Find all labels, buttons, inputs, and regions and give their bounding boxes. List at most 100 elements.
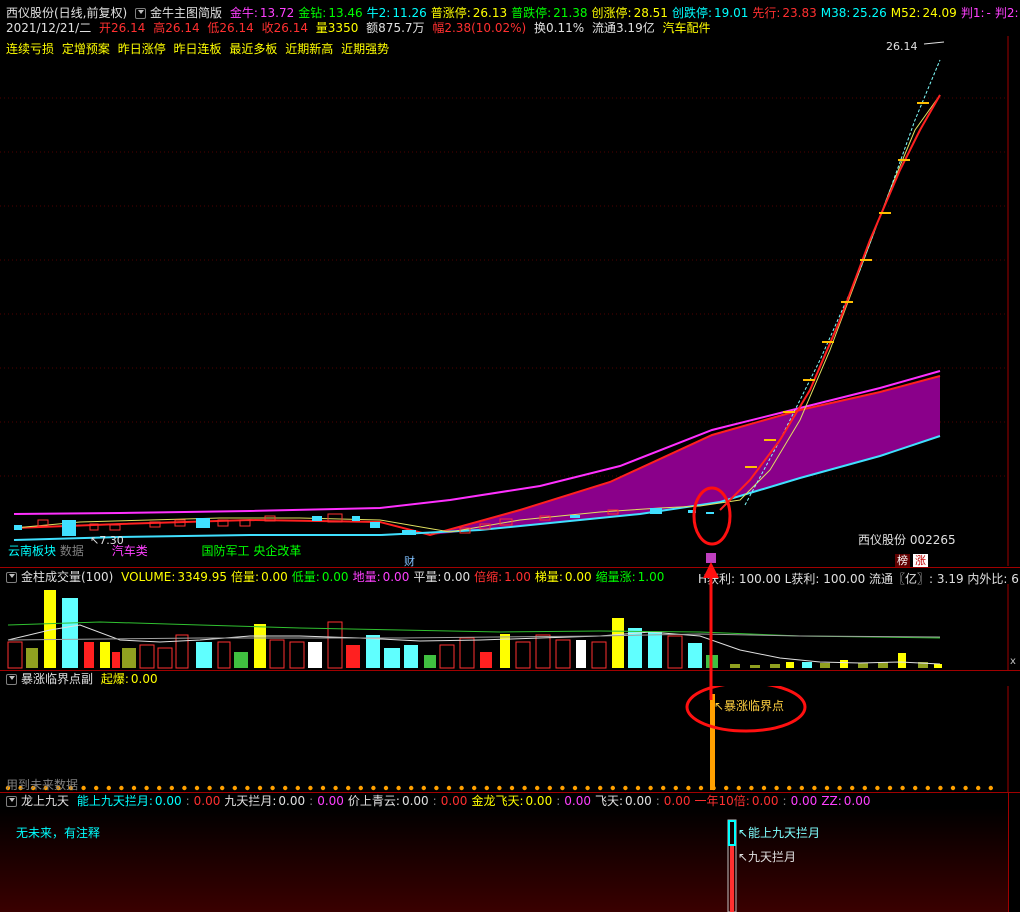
indicator-value-2: 0.00 [663,794,691,808]
burst-dot [900,785,905,791]
indicator-value: 26.13 [472,6,508,20]
burst-dot [925,785,930,791]
panel-menu-icon[interactable] [6,796,17,807]
burst-dot [812,785,817,791]
bang-badge[interactable]: 榜 [895,554,910,567]
burst-dot [673,785,678,791]
volume-indicator-name[interactable]: 金柱成交量(100) [21,570,113,584]
indicator-label: 先行: [752,6,781,20]
burst-dot [358,785,363,791]
dragon-note: 无未来，有注释 [16,826,101,840]
panel-divider [0,567,1020,568]
sector-tag[interactable]: 国防军工 [202,544,250,558]
indicator-label: 飞天: [594,794,624,808]
burst-dot [547,785,552,791]
panel-divider [0,792,1020,793]
burst-dot [749,785,754,791]
burst-dot [459,785,464,791]
burst-dot [144,785,149,791]
sector-tags: 云南板块 数据 汽车类 国防军工 央企改革 [8,542,301,559]
indicator-label: 低量: [291,570,320,584]
zhang-badge[interactable]: 涨 [913,554,928,567]
burst-dot [509,785,515,791]
burst-dot [245,785,250,791]
indicator-value: 1.00 [504,570,531,584]
indicator-value: 0.00 [564,570,592,584]
stock-title[interactable]: 西仪股份(日线,前复权) [6,6,127,20]
indicator-label: 一年10倍: [694,794,750,808]
burst-dot [346,785,351,791]
main-price-chart[interactable] [0,36,1020,566]
volume-chart[interactable] [0,584,1020,670]
dragon-indicator-name[interactable]: 龙上九天 [21,794,69,808]
callout-arrow-icon [703,562,719,688]
burst-dot [157,785,162,791]
indicator-value: 0.00 [382,570,410,584]
quote-date: 2021/12/21/二 [6,21,92,35]
burst-dot [169,785,174,791]
burst-dot [220,785,225,791]
panel-divider [0,670,1020,671]
sector-tag[interactable]: 汽车类 [112,544,148,558]
burst-dot [497,785,502,791]
burst-dot [106,785,112,791]
burst-dot [976,785,981,791]
burst-dot [194,785,200,791]
burst-dot [131,785,137,791]
burst-indicator-name[interactable]: 暴涨临界点副 [21,672,93,686]
dragon-panel-header: 龙上九天 能上九天拦月: 0.00:0.00 九天拦月: 0.00:0.00 价上青云:… [6,794,879,808]
quote-amount: 额875.7万 [366,21,425,35]
indicator-value: 24.09 [922,6,957,20]
indicator-value: 0.00 [401,794,429,808]
burst-dot [963,785,968,791]
indicator-name[interactable]: 金牛主图简版 [150,6,222,20]
peak-price-label: 26.14 [886,40,918,53]
indicator-separator: : [185,794,190,808]
indicator-value: 0.00 [843,794,871,808]
burst-dot [257,785,263,791]
panel-menu-icon[interactable] [6,572,17,583]
indicator-value: 0.00 [261,570,288,584]
indicator-label: 能上九天拦月: [76,794,153,808]
burst-dot [938,785,943,791]
burst-dot [610,785,615,791]
indicator-value: 0.00 [321,570,349,584]
burst-dot [572,785,578,791]
dragon-label-1: ↖能上九天拦月 [738,826,821,840]
indicator-label: 判1: [960,6,985,20]
burst-dot [535,785,540,791]
indicator-label: 金龙飞天: [471,794,524,808]
indicator-label: 平量: [413,570,442,584]
burst-dot [913,785,918,791]
peak-arrow-icon [923,41,945,45]
indicator-value-2: 0.00 [790,794,818,808]
quote-row: 2021/12/21/二 开26.14 高26.14 低26.14 收26.14… [6,21,715,35]
burst-chart[interactable] [0,686,1020,792]
burst-dot [862,785,867,791]
indicator-value: 25.26 [852,6,887,20]
indicator-value: 0.00 [525,794,553,808]
indicator-label: M38: [820,6,851,20]
indicator-label: 金牛: [229,6,258,20]
burst-dot [799,785,804,791]
sector-tag[interactable]: 数据 [60,544,84,558]
dropdown-icon[interactable] [135,8,147,19]
quote-sector[interactable]: 汽车配件 [663,21,711,35]
burst-dot [661,785,666,791]
indicator-separator: : [655,794,660,808]
indicator-label: 金钻: [298,6,327,20]
quote-turnover: 换0.11% [534,21,585,35]
burst-dot [585,785,590,791]
sector-tag[interactable]: 云南板块 [8,544,56,558]
burst-dot [598,785,603,791]
indicator-value: 23.83 [782,6,817,20]
indicator-label: 缩量涨: [595,570,636,584]
panel-menu-icon[interactable] [6,674,17,685]
close-panel-icon[interactable]: x [1010,656,1016,667]
indicator-value: 0.00 [625,794,652,808]
indicator-value-2: 0.00 [564,794,591,808]
burst-dot [81,785,86,791]
sector-tag[interactable]: 央企改革 [253,544,301,558]
stock-code-label: 西仪股份 002265 [858,533,956,547]
indicator-label: 地量: [352,570,381,584]
